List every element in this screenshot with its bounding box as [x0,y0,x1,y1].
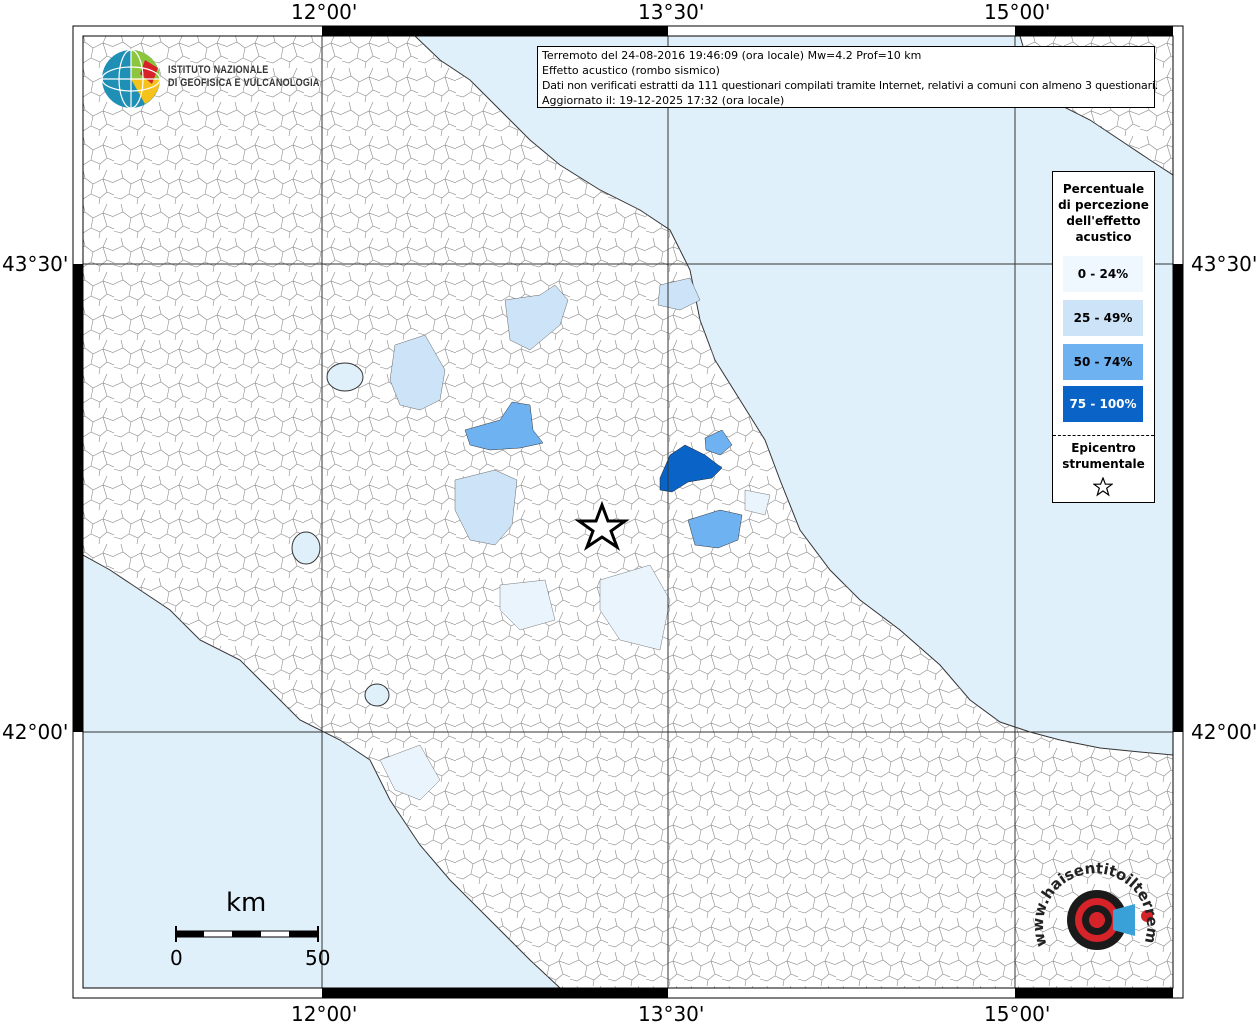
lon-label-bottom: 12°00' [291,1002,358,1026]
lake-trasimeno [326,362,364,392]
legend-class-25-49: 25 - 49% [1063,300,1143,336]
legend-title: Percentuale di percezione dell'effetto a… [1058,182,1149,244]
lon-label-top: 15°00' [984,0,1051,24]
lat-label-left: 42°00' [2,720,69,744]
legend-class-0-24: 0 - 24% [1063,256,1143,292]
update-time: Aggiornato il: 19-12-2025 17:32 (ora loc… [542,94,785,107]
lat-label-right: 43°30' [1191,252,1256,276]
lon-label-bottom: 15°00' [984,1002,1051,1026]
legend-class-75-100: 75 - 100% [1063,386,1143,422]
lake-bracciano [364,683,390,707]
scale-end: 50 [305,946,331,970]
lat-label-right: 42°00' [1191,720,1256,744]
hsit-logo: www.haisentitoilterremoto.it [1035,860,1161,950]
lon-label-top: 12°00' [291,0,358,24]
lon-label-bottom: 13°30' [638,1002,705,1026]
event-title: Terremoto del 24-08-2016 19:46:09 (ora l… [542,49,922,62]
legend: Percentuale di percezione dell'effetto a… [1052,171,1155,503]
scale-unit: km [226,888,267,918]
data-note: Dati non verificati estratti da 111 ques… [542,79,1159,92]
lake-bolsena [291,531,321,565]
legend-epicenter-label: Epicentro strumentale [1062,441,1145,471]
legend-separator [1053,435,1154,436]
ingv-globe-logo [101,49,161,109]
legend-class-50-74: 50 - 74% [1063,344,1143,380]
ingv-name: ISTITUTO NAZIONALE DI GEOFISICA E VULCAN… [168,64,320,89]
map-type: Effetto acustico (rombo sismico) [542,64,720,77]
event-info-box: Terremoto del 24-08-2016 19:46:09 (ora l… [537,46,1159,108]
scale-start: 0 [170,946,183,970]
legend-star-icon [1093,477,1113,497]
lon-label-top: 13°30' [638,0,705,24]
lat-label-left: 43°30' [2,252,69,276]
